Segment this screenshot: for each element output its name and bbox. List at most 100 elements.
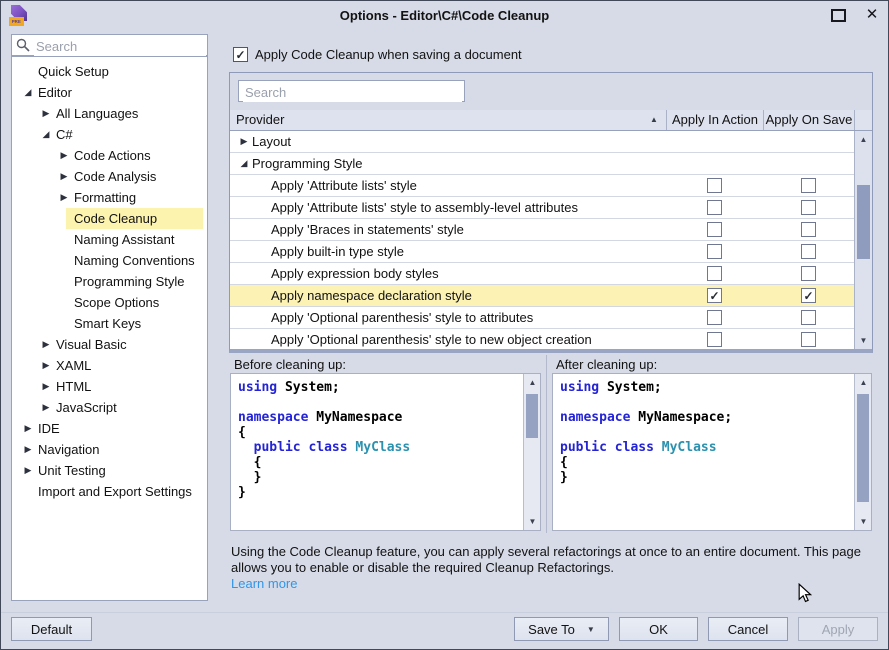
in-action-checkbox[interactable]: ✓ <box>707 288 722 303</box>
in-action-checkbox[interactable] <box>707 222 722 237</box>
sidebar-item-all-languages[interactable]: ▶All Languages <box>12 103 207 124</box>
window-title: Options - Editor\C#\Code Cleanup <box>1 8 888 23</box>
table-row-braces-in-statements[interactable]: Apply 'Braces in statements' style <box>230 219 854 241</box>
sidebar-item-quick-setup[interactable]: Quick Setup <box>12 61 207 82</box>
page-description: Using the Code Cleanup feature, you can … <box>231 544 881 576</box>
sidebar-item-code-analysis[interactable]: ▶Code Analysis <box>12 166 207 187</box>
scroll-up-icon[interactable]: ▲ <box>855 131 872 148</box>
tree-collapsed-icon[interactable]: ▶ <box>22 439 34 460</box>
sidebar-item-formatting[interactable]: ▶Formatting <box>12 187 207 208</box>
table-row-optional-parens-new-object[interactable]: Apply 'Optional parenthesis' style to ne… <box>230 329 854 349</box>
tree-expanded-icon[interactable]: ◢ <box>238 153 250 174</box>
after-code-scrollbar[interactable]: ▲ ▼ <box>854 374 871 530</box>
tree-collapsed-icon[interactable]: ▶ <box>238 131 250 152</box>
scrollbar-thumb[interactable] <box>857 185 870 259</box>
on-save-checkbox[interactable] <box>801 222 816 237</box>
sidebar-item-label: Quick Setup <box>38 61 109 82</box>
table-scrollbar[interactable]: ▲ ▼ <box>854 131 872 349</box>
learn-more-link[interactable]: Learn more <box>231 576 297 592</box>
sidebar-item-code-cleanup[interactable]: Code Cleanup <box>12 208 207 229</box>
tree-collapsed-icon[interactable]: ▶ <box>22 460 34 481</box>
row-label: Apply 'Attribute lists' style <box>271 175 417 196</box>
sidebar-item-editor[interactable]: ◢Editor <box>12 82 207 103</box>
ok-button[interactable]: OK <box>619 617 698 641</box>
provider-search-input[interactable] <box>243 82 462 102</box>
on-save-checkbox[interactable] <box>801 310 816 325</box>
column-provider[interactable]: Provider <box>236 110 284 130</box>
in-action-checkbox[interactable] <box>707 332 722 347</box>
sidebar-item-smart-keys[interactable]: Smart Keys <box>12 313 207 334</box>
tree-expanded-icon[interactable]: ◢ <box>40 124 52 145</box>
before-code-scrollbar[interactable]: ▲ ▼ <box>523 374 540 530</box>
maximize-icon[interactable] <box>831 9 846 22</box>
sidebar-item-scope-options[interactable]: Scope Options <box>12 292 207 313</box>
scrollbar-thumb[interactable] <box>857 394 869 502</box>
sidebar-item-naming-conventions[interactable]: Naming Conventions <box>12 250 207 271</box>
sidebar-item-programming-style[interactable]: Programming Style <box>12 271 207 292</box>
scroll-down-icon[interactable]: ▼ <box>855 332 872 349</box>
table-row-optional-parens-attributes[interactable]: Apply 'Optional parenthesis' style to at… <box>230 307 854 329</box>
table-row-expression-body[interactable]: Apply expression body styles <box>230 263 854 285</box>
in-action-checkbox[interactable] <box>707 200 722 215</box>
button-label: Default <box>31 622 72 637</box>
sidebar-item-visual-basic[interactable]: ▶Visual Basic <box>12 334 207 355</box>
table-row-layout[interactable]: ▶ Layout <box>230 131 854 153</box>
checkbox[interactable]: ✓ <box>233 47 248 62</box>
tree-collapsed-icon[interactable]: ▶ <box>40 103 52 124</box>
sidebar-search[interactable] <box>11 34 208 56</box>
on-save-checkbox[interactable]: ✓ <box>801 288 816 303</box>
sidebar-item-html[interactable]: ▶HTML <box>12 376 207 397</box>
tree-expanded-icon[interactable]: ◢ <box>22 82 34 103</box>
tree-collapsed-icon[interactable]: ▶ <box>40 376 52 397</box>
on-save-checkbox[interactable] <box>801 244 816 259</box>
save-to-button[interactable]: Save To ▼ <box>514 617 609 641</box>
tree-collapsed-icon[interactable]: ▶ <box>40 397 52 418</box>
sidebar-item-code-actions[interactable]: ▶Code Actions <box>12 145 207 166</box>
cancel-button[interactable]: Cancel <box>708 617 788 641</box>
default-button[interactable]: Default <box>11 617 92 641</box>
after-code: using System; namespace MyNamespace; pub… <box>560 380 732 485</box>
provider-search[interactable] <box>238 80 465 102</box>
splitter[interactable] <box>546 355 547 533</box>
scroll-up-icon[interactable]: ▲ <box>855 374 872 391</box>
sidebar-item-naming-assistant[interactable]: Naming Assistant <box>12 229 207 250</box>
sidebar-item-csharp[interactable]: ◢C# <box>12 124 207 145</box>
scrollbar-thumb[interactable] <box>526 394 538 438</box>
sidebar-search-input[interactable] <box>34 36 206 56</box>
table-row-attribute-lists[interactable]: Apply 'Attribute lists' style <box>230 175 854 197</box>
tree-collapsed-icon[interactable]: ▶ <box>58 145 70 166</box>
table-row-namespace-declaration[interactable]: Apply namespace declaration style ✓ ✓ <box>230 285 854 307</box>
in-action-checkbox[interactable] <box>707 266 722 281</box>
in-action-checkbox[interactable] <box>707 178 722 193</box>
on-save-checkbox[interactable] <box>801 332 816 347</box>
table-row-builtin-type[interactable]: Apply built-in type style <box>230 241 854 263</box>
sidebar-item-import-export-settings[interactable]: Import and Export Settings <box>12 481 207 502</box>
column-apply-on-save[interactable]: Apply On Save <box>764 110 854 130</box>
on-save-checkbox[interactable] <box>801 200 816 215</box>
tree-collapsed-icon[interactable]: ▶ <box>58 166 70 187</box>
row-label: Apply 'Optional parenthesis' style to at… <box>271 307 533 328</box>
checkbox-label: Apply Code Cleanup when saving a documen… <box>255 47 522 63</box>
sidebar-item-navigation[interactable]: ▶Navigation <box>12 439 207 460</box>
button-label: Cancel <box>728 622 768 637</box>
tree-collapsed-icon[interactable]: ▶ <box>40 355 52 376</box>
close-icon[interactable]: ✕ <box>862 5 882 25</box>
button-label: Apply <box>822 622 855 637</box>
sidebar-item-ide[interactable]: ▶IDE <box>12 418 207 439</box>
tree-collapsed-icon[interactable]: ▶ <box>40 334 52 355</box>
column-apply-in-action[interactable]: Apply In Action <box>667 110 763 130</box>
on-save-checkbox[interactable] <box>801 266 816 281</box>
scroll-down-icon[interactable]: ▼ <box>524 513 541 530</box>
in-action-checkbox[interactable] <box>707 310 722 325</box>
tree-collapsed-icon[interactable]: ▶ <box>22 418 34 439</box>
table-row-attribute-lists-assembly[interactable]: Apply 'Attribute lists' style to assembl… <box>230 197 854 219</box>
scroll-up-icon[interactable]: ▲ <box>524 374 541 391</box>
sidebar-item-javascript[interactable]: ▶JavaScript <box>12 397 207 418</box>
tree-collapsed-icon[interactable]: ▶ <box>58 187 70 208</box>
in-action-checkbox[interactable] <box>707 244 722 259</box>
sidebar-item-unit-testing[interactable]: ▶Unit Testing <box>12 460 207 481</box>
table-row-programming-style[interactable]: ◢ Programming Style <box>230 153 854 175</box>
on-save-checkbox[interactable] <box>801 178 816 193</box>
scroll-down-icon[interactable]: ▼ <box>855 513 872 530</box>
sidebar-item-xaml[interactable]: ▶XAML <box>12 355 207 376</box>
